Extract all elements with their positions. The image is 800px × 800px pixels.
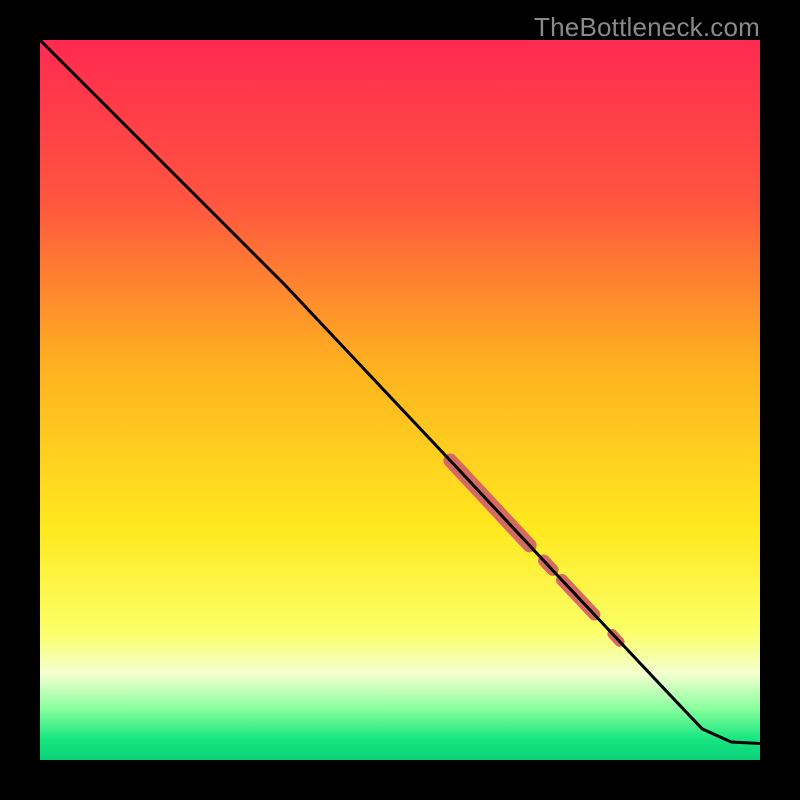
chart-frame xyxy=(40,40,760,760)
watermark-text: TheBottleneck.com xyxy=(534,12,760,43)
chart-svg xyxy=(40,40,760,760)
